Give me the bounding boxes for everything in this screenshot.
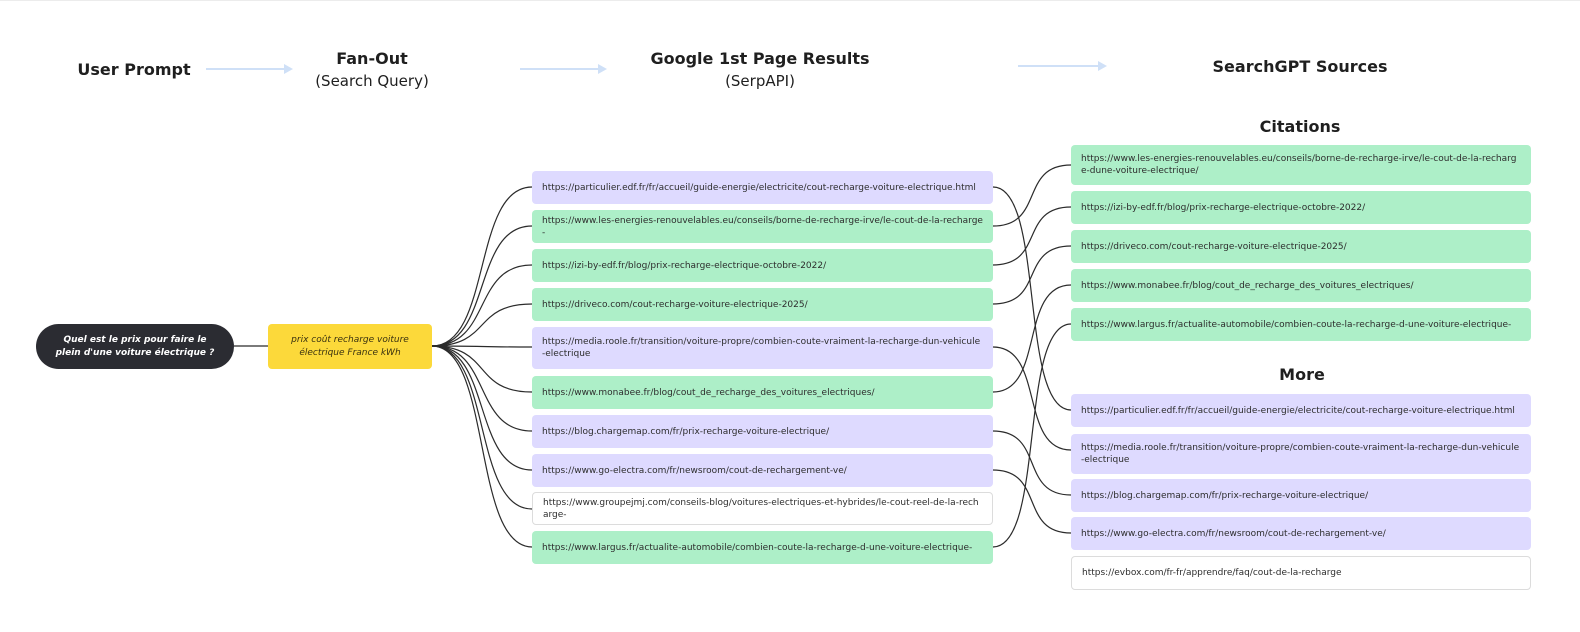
- user-prompt-text: Quel est le prix pour faire le plein d'u…: [55, 334, 215, 358]
- citations-heading: Citations: [1259, 117, 1341, 136]
- result-url: https://izi-by-edf.fr/blog/prix-recharge…: [542, 260, 827, 271]
- citation-url: https://driveco.com/cout-recharge-voitur…: [1081, 241, 1347, 252]
- google-result-2[interactable]: https://www.les-energies-renouvelables.e…: [532, 210, 993, 243]
- more-source-3[interactable]: https://blog.chargemap.com/fr/prix-recha…: [1071, 479, 1531, 512]
- more-url: https://www.go-electra.com/fr/newsroom/c…: [1081, 528, 1386, 539]
- more-source-5[interactable]: https://evbox.com/fr-fr/apprendre/faq/co…: [1071, 556, 1531, 590]
- google-result-9[interactable]: https://www.groupejmj.com/conseils-blog/…: [532, 492, 993, 525]
- connector-result-source: [992, 206, 1072, 266]
- google-result-7[interactable]: https://blog.chargemap.com/fr/prix-recha…: [532, 415, 993, 448]
- more-source-2[interactable]: https://media.roole.fr/transition/voitur…: [1071, 434, 1531, 474]
- result-url: https://driveco.com/cout-recharge-voitur…: [542, 299, 808, 310]
- connector-query-result: [431, 345, 533, 510]
- citation-url: https://www.largus.fr/actualite-automobi…: [1081, 319, 1512, 330]
- more-source-4[interactable]: https://www.go-electra.com/fr/newsroom/c…: [1071, 517, 1531, 550]
- citation-1[interactable]: https://www.les-energies-renouvelables.e…: [1071, 145, 1531, 185]
- connector-query-result: [431, 345, 533, 548]
- more-source-1[interactable]: https://particulier.edf.fr/fr/accueil/gu…: [1071, 394, 1531, 427]
- connector-result-source: [992, 323, 1072, 548]
- result-url: https://www.les-energies-renouvelables.e…: [542, 215, 983, 238]
- connector-query-result: [431, 345, 533, 471]
- connector-query-result: [431, 225, 533, 347]
- google-result-6[interactable]: https://www.monabee.fr/blog/cout_de_rech…: [532, 376, 993, 409]
- citation-4[interactable]: https://www.monabee.fr/blog/cout_de_rech…: [1071, 269, 1531, 302]
- google-result-1[interactable]: https://particulier.edf.fr/fr/accueil/gu…: [532, 171, 993, 204]
- connector-query-result: [431, 345, 533, 393]
- result-url: https://media.roole.fr/transition/voitur…: [542, 337, 981, 359]
- result-url: https://particulier.edf.fr/fr/accueil/gu…: [542, 182, 976, 193]
- result-url: https://www.go-electra.com/fr/newsroom/c…: [542, 465, 847, 476]
- user-prompt-node[interactable]: Quel est le prix pour faire le plein d'u…: [36, 324, 234, 369]
- search-query-text: prix coût recharge voiture électrique Fr…: [291, 334, 409, 358]
- citation-url: https://www.monabee.fr/blog/cout_de_rech…: [1081, 280, 1414, 291]
- more-url: https://media.roole.fr/transition/voitur…: [1081, 443, 1520, 465]
- connector-result-source: [992, 186, 1072, 411]
- citation-url: https://izi-by-edf.fr/blog/prix-recharge…: [1081, 202, 1366, 213]
- citation-url: https://www.les-energies-renouvelables.e…: [1081, 154, 1517, 176]
- result-url: https://www.largus.fr/actualite-automobi…: [542, 542, 973, 553]
- result-url: https://blog.chargemap.com/fr/prix-recha…: [542, 426, 830, 437]
- google-result-8[interactable]: https://www.go-electra.com/fr/newsroom/c…: [532, 454, 993, 487]
- google-result-5[interactable]: https://media.roole.fr/transition/voitur…: [532, 327, 993, 369]
- connector-query-result: [431, 345, 533, 432]
- google-result-10[interactable]: https://www.largus.fr/actualite-automobi…: [532, 531, 993, 564]
- citation-5[interactable]: https://www.largus.fr/actualite-automobi…: [1071, 308, 1531, 341]
- connector-query-result: [431, 303, 533, 347]
- result-url: https://www.monabee.fr/blog/cout_de_rech…: [542, 387, 875, 398]
- more-heading: More: [1279, 365, 1325, 384]
- search-query-node[interactable]: prix coût recharge voiture électrique Fr…: [268, 324, 432, 369]
- result-url: https://www.groupejmj.com/conseils-blog/…: [543, 497, 979, 520]
- more-url: https://particulier.edf.fr/fr/accueil/gu…: [1081, 405, 1515, 416]
- google-result-4[interactable]: https://driveco.com/cout-recharge-voitur…: [532, 288, 993, 321]
- google-result-3[interactable]: https://izi-by-edf.fr/blog/prix-recharge…: [532, 249, 993, 282]
- more-url: https://evbox.com/fr-fr/apprendre/faq/co…: [1082, 568, 1342, 578]
- connector-result-source: [992, 469, 1072, 534]
- more-url: https://blog.chargemap.com/fr/prix-recha…: [1081, 490, 1369, 501]
- connector-result-source: [992, 164, 1072, 227]
- citation-3[interactable]: https://driveco.com/cout-recharge-voitur…: [1071, 230, 1531, 263]
- citation-2[interactable]: https://izi-by-edf.fr/blog/prix-recharge…: [1071, 191, 1531, 224]
